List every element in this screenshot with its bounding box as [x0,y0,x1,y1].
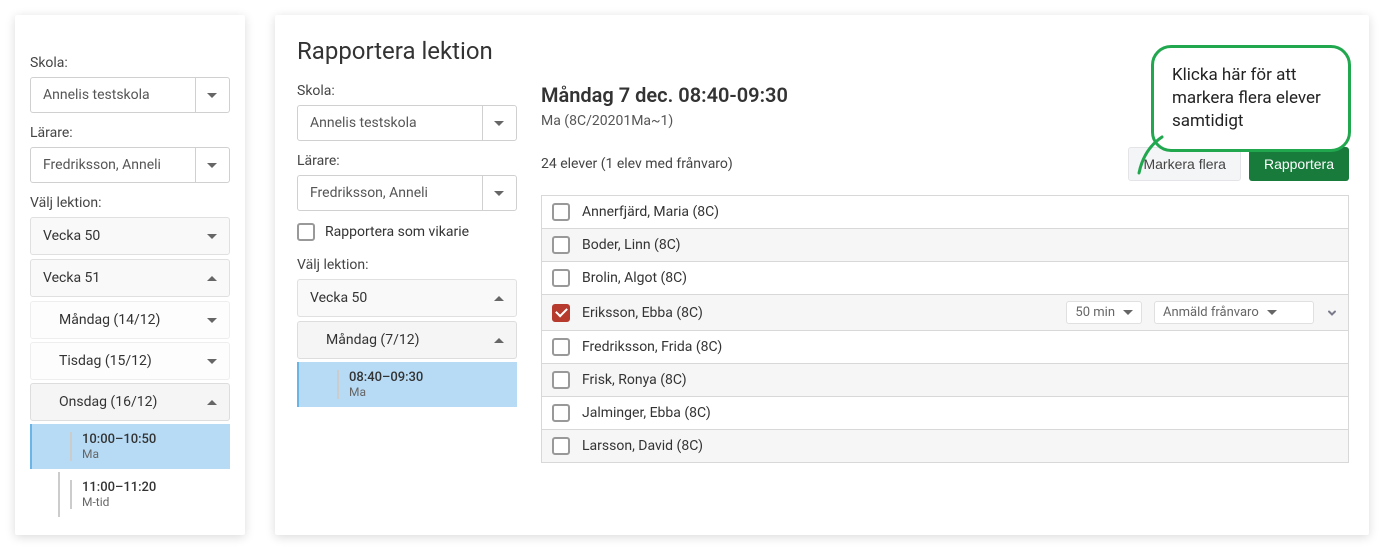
lesson-bar [70,432,72,461]
day-label: Måndag (14/12) [59,312,160,328]
school-select-value-r: Annelis testskola [310,115,417,131]
teacher-select[interactable]: Fredriksson, Anneli [30,147,230,183]
student-row[interactable]: Jalminger, Ebba (8C) [541,396,1349,430]
student-name: Brolin, Algot (8C) [582,270,1338,286]
student-row[interactable]: Larsson, David (8C) [541,429,1349,463]
lesson-item-1100[interactable]: 11:00–11:20 M-tid [58,472,230,517]
school-select-r[interactable]: Annelis testskola [297,105,517,141]
chevron-up-icon [207,276,217,281]
student-name: Larsson, David (8C) [582,438,1338,454]
day-item-r[interactable]: Måndag (7/12) [297,321,517,359]
teacher-label-r: Lärare: [297,153,517,169]
day-item-mon[interactable]: Måndag (14/12) [30,301,230,339]
student-checkbox[interactable] [552,338,570,356]
lesson-subject: M-tid [82,495,156,509]
substitute-checkbox-row[interactable]: Rapportera som vikarie [297,223,517,241]
chevron-down-icon [195,148,227,182]
chevron-up-icon [207,400,217,405]
callout-tail-icon [1134,135,1164,175]
week-item-51[interactable]: Vecka 51 [30,259,230,297]
student-name: Frisk, Ronya (8C) [582,372,1338,388]
chevron-down-icon [1267,310,1277,315]
duration-value: 50 min [1075,305,1115,320]
substitute-label: Rapportera som vikarie [325,224,469,240]
chevron-down-icon [207,359,217,364]
week-item-r[interactable]: Vecka 50 [297,279,517,317]
student-checkbox[interactable] [552,371,570,389]
chevron-down-icon [207,318,217,323]
student-checkbox[interactable] [552,437,570,455]
student-row[interactable]: Brolin, Algot (8C) [541,261,1349,295]
student-checkbox[interactable] [552,304,570,322]
student-row[interactable]: Fredriksson, Frida (8C) [541,330,1349,364]
reason-select[interactable]: Anmäld frånvaro [1154,301,1314,324]
student-name: Fredriksson, Frida (8C) [582,339,1338,355]
day-item-tue[interactable]: Tisdag (15/12) [30,342,230,380]
week-label: Vecka 51 [43,270,100,286]
chevron-down-icon [482,106,514,140]
chevron-up-icon [494,338,504,343]
student-row[interactable]: Eriksson, Ebba (8C) 50 min Anmäld frånvaro [541,294,1349,331]
student-name: Boder, Linn (8C) [582,237,1338,253]
left-panel: Skola: Annelis testskola Lärare: Fredrik… [15,15,245,535]
student-checkbox[interactable] [552,236,570,254]
chevron-down-icon [195,78,227,112]
lesson-time-r: 08:40–09:30 [349,370,423,385]
school-select[interactable]: Annelis testskola [30,77,230,113]
lesson-bar [70,480,72,509]
lesson-item-r[interactable]: 08:40–09:30 Ma [297,362,517,407]
teacher-label: Lärare: [30,125,230,141]
status-text: 24 elever (1 elev med frånvaro) [541,156,733,172]
callout-text: Klicka här för att markera flera elever … [1172,65,1321,131]
day-label: Onsdag (16/12) [59,394,157,410]
report-button[interactable]: Rapportera [1249,147,1349,181]
school-select-value: Annelis testskola [43,87,150,103]
student-list: Annerfjärd, Maria (8C) Boder, Linn (8C) Br… [541,195,1349,463]
substitute-checkbox[interactable] [297,223,315,241]
teacher-select-value-r: Fredriksson, Anneli [310,185,428,201]
student-name: Jalminger, Ebba (8C) [582,405,1338,421]
expand-icon[interactable] [1326,307,1338,319]
chevron-up-icon [494,296,504,301]
teacher-select-r[interactable]: Fredriksson, Anneli [297,175,517,211]
student-checkbox[interactable] [552,404,570,422]
day-item-wed[interactable]: Onsdag (16/12) [30,383,230,421]
chevron-down-icon [1123,310,1133,315]
student-name: Eriksson, Ebba (8C) [582,305,1054,321]
lesson-subject: Ma [82,447,156,461]
status-row: 24 elever (1 elev med frånvaro) Markera … [541,147,1349,181]
student-checkbox[interactable] [552,269,570,287]
report-sidebar: Skola: Annelis testskola Lärare: Fredrik… [297,83,517,462]
student-row[interactable]: Frisk, Ronya (8C) [541,363,1349,397]
lesson-time: 10:00–10:50 [82,432,156,447]
day-label-r: Måndag (7/12) [326,332,419,348]
right-panel: Rapportera lektion Skola: Annelis testsk… [275,15,1369,535]
lesson-label: Välj lektion: [30,195,230,211]
lesson-time: 11:00–11:20 [82,480,156,495]
week-label-r: Vecka 50 [310,290,367,306]
help-callout: Klicka här för att markera flera elever … [1151,45,1351,152]
student-row[interactable]: Annerfjärd, Maria (8C) [541,195,1349,229]
chevron-down-icon [482,176,514,210]
lesson-label-r: Välj lektion: [297,257,517,273]
student-row[interactable]: Boder, Linn (8C) [541,228,1349,262]
week-label: Vecka 50 [43,228,100,244]
lesson-subject-r: Ma [349,385,423,399]
duration-select[interactable]: 50 min [1066,301,1142,324]
day-label: Tisdag (15/12) [59,353,152,369]
student-checkbox[interactable] [552,203,570,221]
school-label: Skola: [30,55,230,71]
week-item-50[interactable]: Vecka 50 [30,217,230,255]
lesson-item-1000[interactable]: 10:00–10:50 Ma [30,424,230,469]
chevron-down-icon [207,234,217,239]
school-label-r: Skola: [297,83,517,99]
lesson-bar [337,370,339,399]
reason-value: Anmäld frånvaro [1163,305,1259,320]
student-name: Annerfjärd, Maria (8C) [582,204,1338,220]
teacher-select-value: Fredriksson, Anneli [43,157,161,173]
